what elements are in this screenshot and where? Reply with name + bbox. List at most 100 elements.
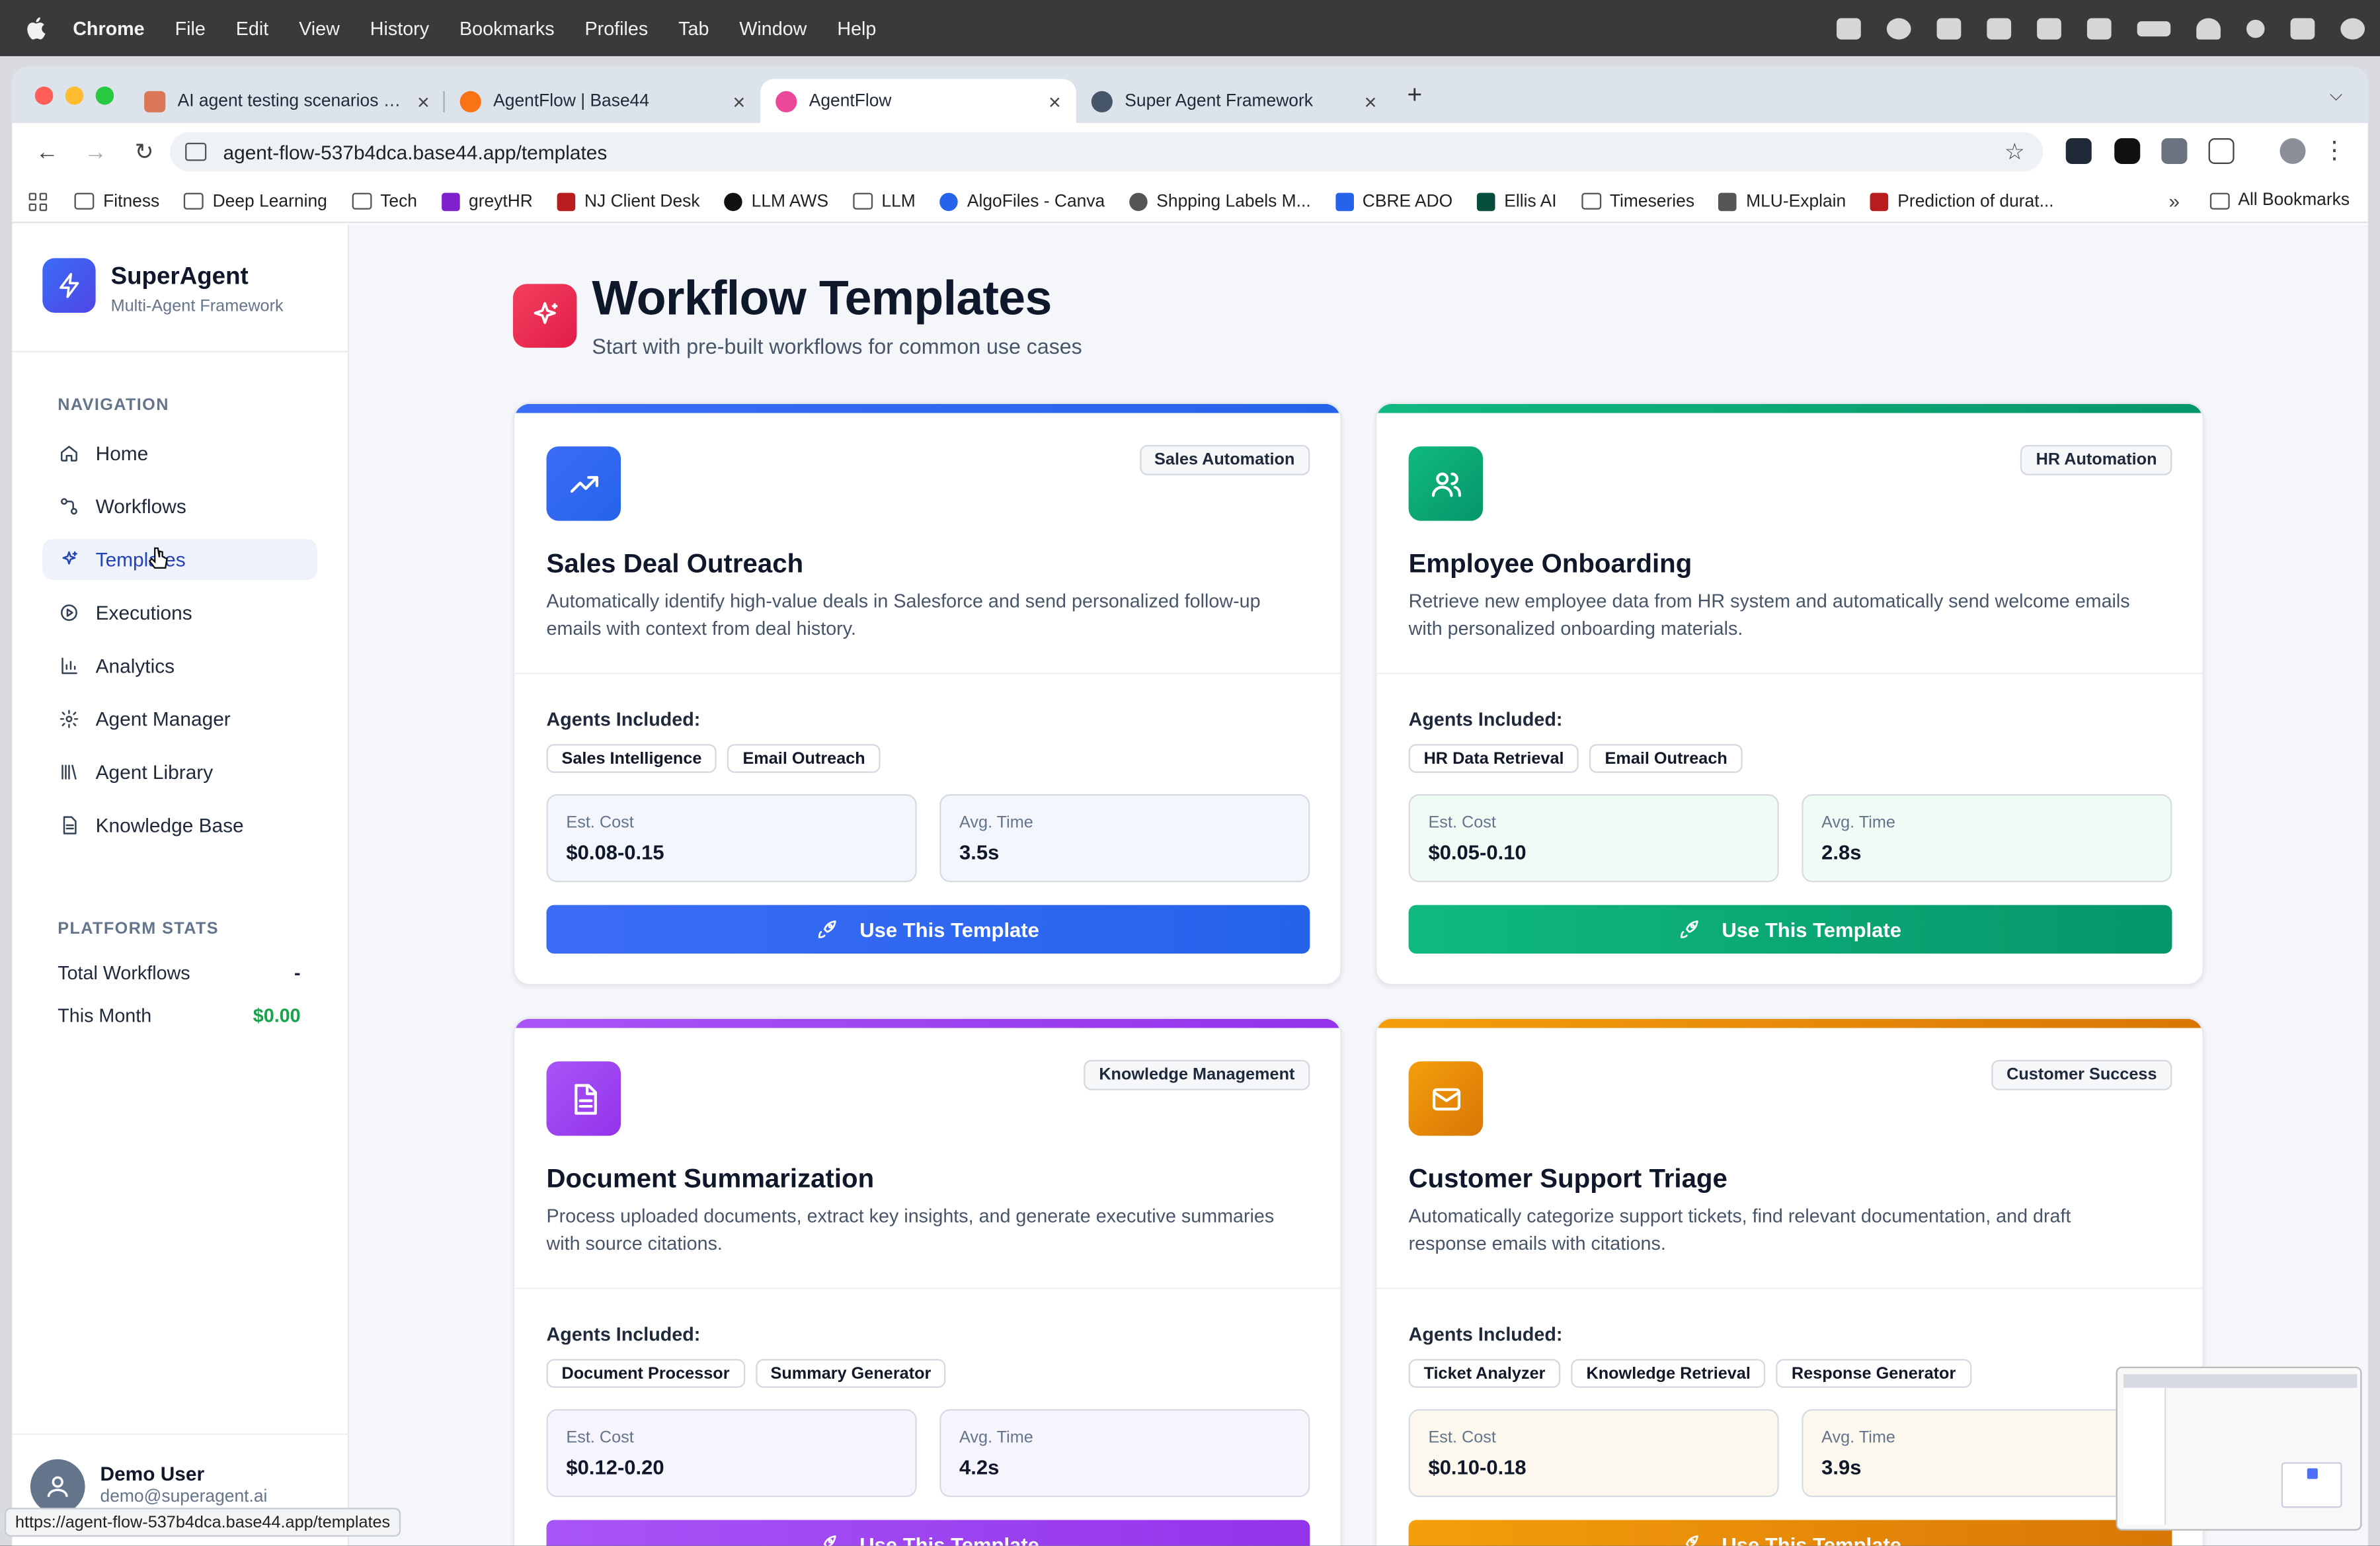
use-template-button[interactable]: Use This Template	[546, 905, 1310, 954]
bookmark-10[interactable]: Ellis AI	[1476, 192, 1557, 211]
all-bookmarks[interactable]: All Bookmarks	[2209, 191, 2350, 210]
new-tab-button[interactable]: +	[1407, 80, 1422, 110]
tab-1[interactable]: AgentFlow | Base44 ×	[445, 79, 761, 123]
close-tab-icon[interactable]: ×	[733, 89, 745, 113]
bookmark-7[interactable]: AlgoFiles - Canva	[939, 192, 1105, 211]
profile-avatar[interactable]	[2280, 138, 2306, 165]
bookmark-13[interactable]: Prediction of durat...	[1870, 192, 2054, 211]
bookmark-9[interactable]: CBRE ADO	[1335, 192, 1452, 211]
page-subtitle: Start with pre-built workflows for commo…	[592, 334, 1082, 358]
menu-edit[interactable]: Edit	[236, 17, 268, 38]
close-tab-icon[interactable]: ×	[1049, 89, 1061, 113]
forward-button[interactable]: →	[82, 139, 109, 165]
wifi-icon[interactable]	[2196, 17, 2221, 39]
bookmark-12[interactable]: MLU-Explain	[1718, 192, 1846, 211]
use-template-button[interactable]: Use This Template	[546, 1520, 1310, 1546]
menu-profiles[interactable]: Profiles	[585, 17, 649, 38]
extension-icon[interactable]	[2114, 138, 2141, 165]
menu-tab[interactable]: Tab	[678, 17, 709, 38]
bookmark-0[interactable]: Fitness	[74, 192, 160, 211]
puzzle-icon[interactable]	[2208, 138, 2235, 165]
use-template-button[interactable]: Use This Template	[1408, 905, 2172, 954]
more-menu-icon[interactable]: ⋮	[2322, 135, 2347, 165]
menu-bookmarks[interactable]: Bookmarks	[459, 17, 555, 38]
tab-2[interactable]: AgentFlow ×	[760, 79, 1076, 124]
bookmark-label: Fitness	[103, 192, 160, 211]
zoom-window-button[interactable]	[95, 85, 114, 104]
card-description: Automatically identify high-value deals …	[546, 590, 1261, 639]
apple-icon[interactable]	[26, 17, 46, 40]
bookmark-1[interactable]: Deep Learning	[183, 192, 327, 211]
card-title: Document Summarization	[546, 1162, 875, 1194]
clock-icon[interactable]	[2340, 17, 2365, 39]
agents-label: Agents Included:	[1408, 1324, 1563, 1346]
tab-favicon	[775, 90, 797, 112]
control-center-icon[interactable]	[2290, 17, 2315, 39]
menu-file[interactable]: File	[175, 17, 206, 38]
more-bookmarks-icon[interactable]: »	[2168, 190, 2180, 212]
spotlight-search-icon[interactable]	[2246, 19, 2265, 38]
reload-button[interactable]: ↻	[130, 138, 157, 165]
est-cost-value: $0.08-0.15	[566, 841, 664, 864]
dropbox-icon[interactable]	[1837, 17, 1861, 39]
back-button[interactable]: ←	[34, 139, 61, 165]
bookmark-6[interactable]: LLM	[852, 192, 916, 210]
sidebar-item-agent-manager[interactable]: Agent Manager	[42, 698, 317, 739]
agent-chip: Summary Generator	[755, 1359, 947, 1388]
divider	[514, 672, 1341, 674]
bookmark-4[interactable]: NJ Client Desk	[557, 192, 700, 211]
battery-icon[interactable]	[2137, 20, 2171, 36]
bookmark-5[interactable]: LLM AWS	[724, 192, 828, 211]
sidebar-item-analytics[interactable]: Analytics	[42, 645, 317, 686]
outlook-icon[interactable]	[2037, 17, 2061, 39]
cloud-icon[interactable]	[1987, 17, 2012, 39]
bookmark-2[interactable]: Tech	[351, 192, 417, 210]
menu-app-name[interactable]: Chrome	[73, 17, 144, 38]
tab-search-chevron-icon[interactable]: ⌵	[2319, 79, 2353, 112]
close-window-button[interactable]	[34, 85, 54, 104]
tab-3[interactable]: Super Agent Framework ×	[1076, 79, 1392, 123]
sidebar-item-home[interactable]: Home	[42, 432, 317, 473]
address-url[interactable]: agent-flow-537b4dca.base44.app/templates	[223, 140, 608, 163]
screenshot-thumbnail[interactable]	[2116, 1366, 2362, 1531]
extension-icon[interactable]	[2161, 138, 2188, 165]
bookmark-11[interactable]: Timeseries	[1581, 192, 1694, 210]
apps-grid-icon[interactable]	[28, 192, 48, 211]
stat-value: $0.00	[253, 1005, 301, 1027]
site-info-icon[interactable]	[185, 142, 207, 161]
sidebar-item-label: Analytics	[95, 654, 175, 678]
est-cost-value: $0.10-0.18	[1428, 1456, 1527, 1479]
menu-help[interactable]: Help	[837, 17, 876, 38]
bookmark-label: Shpping Labels M...	[1156, 192, 1311, 211]
shield-icon[interactable]	[2086, 17, 2112, 39]
chatgpt-icon[interactable]	[1886, 17, 1911, 39]
agent-chips: Document Processor Summary Generator	[546, 1359, 947, 1388]
extension-icon[interactable]	[1936, 17, 1962, 39]
bookmark-label: MLU-Explain	[1746, 192, 1846, 211]
sidebar-item-knowledge-base[interactable]: Knowledge Base	[42, 805, 317, 846]
address-bar[interactable]: agent-flow-537b4dca.base44.app/templates…	[170, 132, 2043, 172]
menu-window[interactable]: Window	[739, 17, 807, 38]
close-tab-icon[interactable]: ×	[417, 89, 430, 113]
bookmark-8[interactable]: Shpping Labels M...	[1129, 192, 1311, 211]
bookmark-label: Deep Learning	[212, 192, 327, 211]
sidebar-item-workflows[interactable]: Workflows	[42, 486, 317, 527]
bookmarks-bar: Fitness Deep Learning Tech greytHR NJ Client…	[12, 181, 2368, 224]
menu-history[interactable]: History	[370, 17, 429, 38]
bookmark-star-icon[interactable]: ☆	[2004, 138, 2025, 165]
tab-0[interactable]: AI agent testing scenarios - C ×	[129, 79, 445, 123]
est-cost-box: Est. Cost $0.12-0.20	[546, 1408, 917, 1498]
minimize-window-button[interactable]	[65, 85, 84, 104]
sidebar-item-templates[interactable]: Templates	[42, 539, 317, 581]
close-tab-icon[interactable]: ×	[1365, 89, 1377, 113]
sidebar-item-agent-library[interactable]: Agent Library	[42, 752, 317, 793]
avatar[interactable]	[30, 1459, 85, 1514]
mail-icon	[1431, 1087, 1460, 1110]
menu-view[interactable]: View	[299, 17, 340, 38]
use-template-button[interactable]: Use This Template	[1408, 1520, 2172, 1546]
sidebar-item-executions[interactable]: Executions	[42, 592, 317, 633]
extension-icon[interactable]	[2065, 138, 2092, 165]
tab-favicon	[459, 90, 481, 112]
bookmark-3[interactable]: greytHR	[441, 192, 533, 211]
logo[interactable]	[42, 258, 96, 313]
